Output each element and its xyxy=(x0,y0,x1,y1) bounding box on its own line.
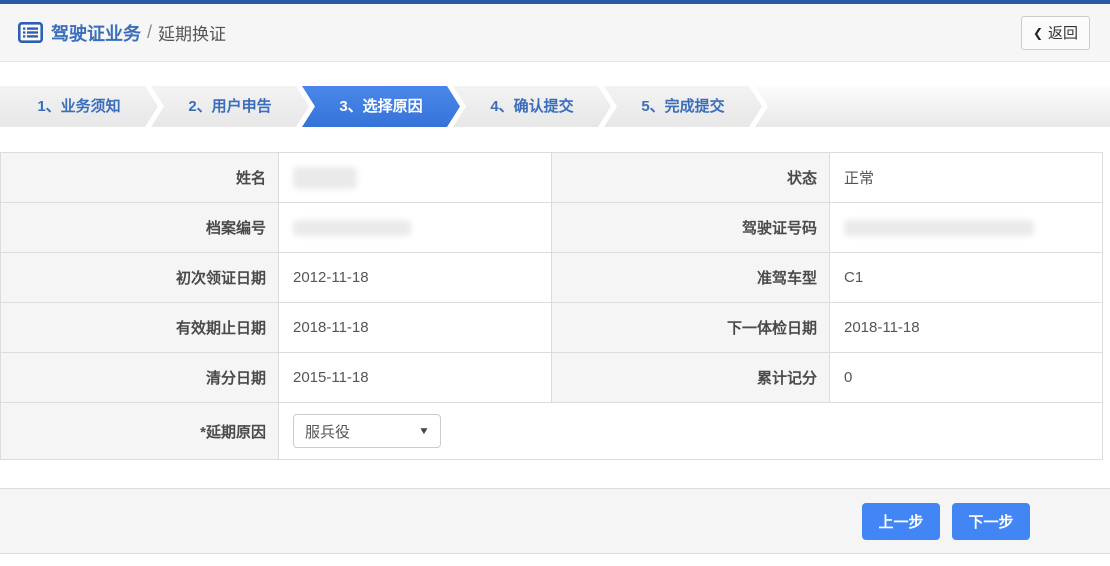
field-value-accumulated-points: 0 xyxy=(830,353,1103,403)
field-value-validity-end-date: 2018-11-18 xyxy=(279,303,552,353)
redacted-license-number-value xyxy=(844,220,1034,236)
table-row: 姓名 状态 正常 xyxy=(1,153,1103,203)
field-label-license-number: 驾驶证号码 xyxy=(552,203,830,253)
back-button[interactable]: ❮ 返回 xyxy=(1021,16,1090,50)
field-value-vehicle-class: C1 xyxy=(830,253,1103,303)
field-label-accumulated-points: 累计记分 xyxy=(552,353,830,403)
field-value-file-number xyxy=(279,203,552,253)
chevron-down-icon: ▼ xyxy=(418,426,430,437)
table-row: 清分日期 2015-11-18 累计记分 0 xyxy=(1,353,1103,403)
field-label-extension-reason: *延期原因 xyxy=(1,403,279,460)
step-1-business-notice[interactable]: 1、业务须知 xyxy=(0,86,158,127)
table-row: 初次领证日期 2012-11-18 准驾车型 C1 xyxy=(1,253,1103,303)
field-label-name: 姓名 xyxy=(1,153,279,203)
field-label-validity-end-date: 有效期止日期 xyxy=(1,303,279,353)
step-5-finish-submit[interactable]: 5、完成提交 xyxy=(604,86,762,127)
field-extension-reason-cell: 服兵役 ▼ xyxy=(279,403,1103,460)
extension-reason-selected-option: 服兵役 xyxy=(305,421,350,442)
page-subtitle: 延期换证 xyxy=(158,20,226,45)
chevron-left-icon: ❮ xyxy=(1033,26,1043,40)
step-wizard-filler xyxy=(755,86,1110,127)
field-label-next-physical-date: 下一体检日期 xyxy=(552,303,830,353)
field-label-status: 状态 xyxy=(552,153,830,203)
field-label-file-number: 档案编号 xyxy=(1,203,279,253)
title-separator: / xyxy=(147,22,152,43)
step-wizard: 1、业务须知 2、用户申告 3、选择原因 4、确认提交 5、完成提交 xyxy=(0,86,1110,127)
field-label-points-clear-date: 清分日期 xyxy=(1,353,279,403)
step-3-select-reason[interactable]: 3、选择原因 xyxy=(302,86,460,127)
page-header: 驾驶证业务 / 延期换证 ❮ 返回 xyxy=(0,4,1110,62)
table-row: 档案编号 驾驶证号码 xyxy=(1,203,1103,253)
field-value-points-clear-date: 2015-11-18 xyxy=(279,353,552,403)
table-row-extension-reason: *延期原因 服兵役 ▼ xyxy=(1,403,1103,460)
form-list-icon xyxy=(18,22,43,43)
back-button-label: 返回 xyxy=(1048,22,1078,43)
redacted-file-number-value xyxy=(293,220,411,236)
extension-reason-select[interactable]: 服兵役 ▼ xyxy=(293,414,441,448)
field-value-license-number xyxy=(830,203,1103,253)
footer-action-bar: 上一步 下一步 xyxy=(0,488,1110,554)
table-row: 有效期止日期 2018-11-18 下一体检日期 2018-11-18 xyxy=(1,303,1103,353)
step-2-user-declaration[interactable]: 2、用户申告 xyxy=(151,86,309,127)
field-value-first-issue-date: 2012-11-18 xyxy=(279,253,552,303)
next-step-button[interactable]: 下一步 xyxy=(952,503,1030,540)
license-info-table: 姓名 状态 正常 档案编号 驾驶证号码 初次领证日期 2012-11-18 准驾… xyxy=(0,152,1103,460)
step-4-confirm-submit[interactable]: 4、确认提交 xyxy=(453,86,611,127)
redacted-name-value xyxy=(293,167,357,189)
field-label-first-issue-date: 初次领证日期 xyxy=(1,253,279,303)
field-label-vehicle-class: 准驾车型 xyxy=(552,253,830,303)
previous-step-button[interactable]: 上一步 xyxy=(862,503,940,540)
field-value-name xyxy=(279,153,552,203)
field-value-status: 正常 xyxy=(830,153,1103,203)
field-value-next-physical-date: 2018-11-18 xyxy=(830,303,1103,353)
page-title: 驾驶证业务 xyxy=(51,20,141,46)
